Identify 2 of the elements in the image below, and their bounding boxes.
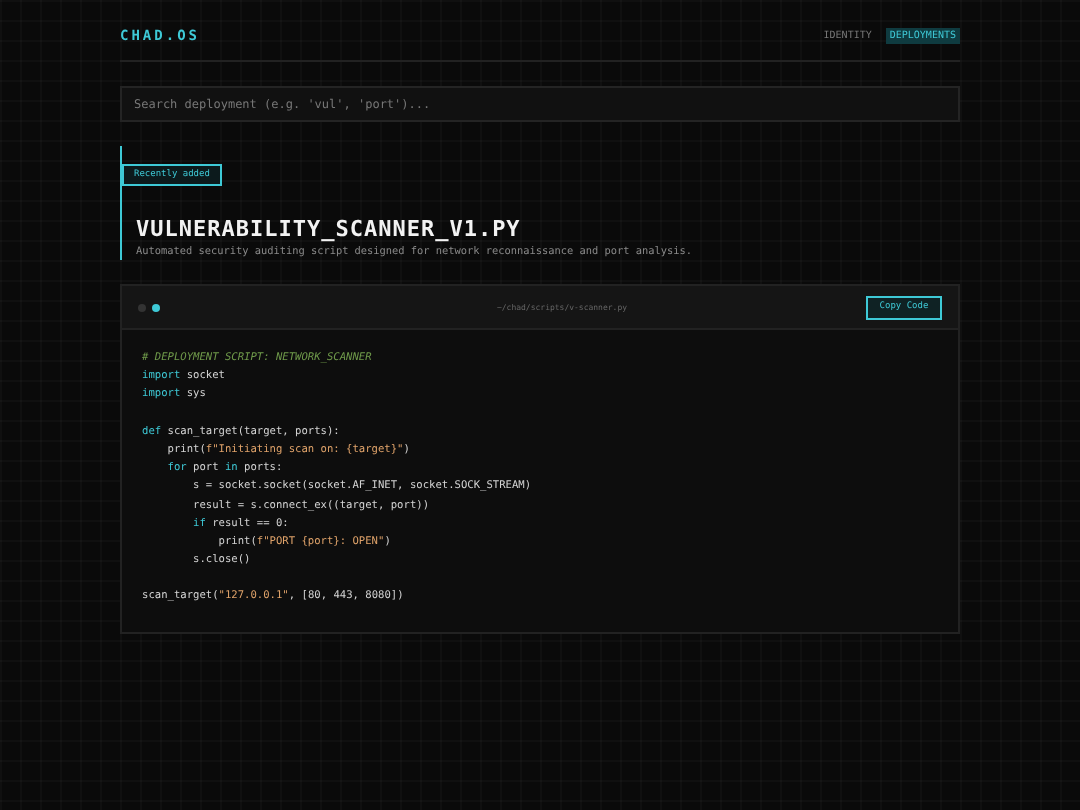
dot-icon [152,303,160,311]
script-title: VULNERABILITY_SCANNER_V1.PY [136,216,523,242]
